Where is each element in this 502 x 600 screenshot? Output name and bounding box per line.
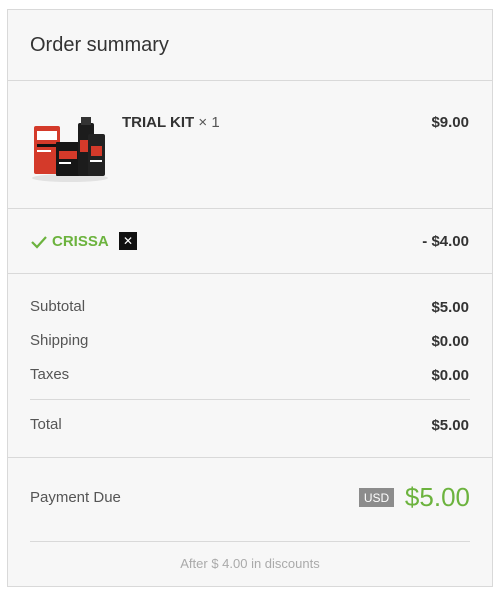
remove-discount-button[interactable]: ✕ [119,232,137,250]
currency-badge: USD [359,488,394,507]
payment-divider [30,541,470,542]
item-name: TRIAL KIT × 1 [122,114,220,131]
product-thumbnail [30,114,110,184]
item-price: $9.00 [431,114,469,131]
item-quantity: × 1 [198,114,220,131]
total-label: Total [30,416,62,433]
taxes-label: Taxes [30,366,70,383]
taxes-value: $0.00 [431,367,469,384]
checkmark-icon [30,234,48,250]
order-summary-card: Order summary TRIAL KIT × 1 $9.00 CRISSA… [7,9,493,587]
discount-code: CRISSA [52,233,109,250]
subtotal-value: $5.00 [431,299,469,316]
payment-due-amount: $5.00 [404,482,470,512]
divider [8,457,492,458]
discount-note: After $ 4.00 in discounts [180,556,320,571]
divider [8,273,492,274]
shipping-value: $0.00 [431,333,469,350]
item-title: TRIAL KIT [122,114,195,131]
divider [8,80,492,81]
payment-due-label: Payment Due [30,489,121,506]
subtotal-label: Subtotal [30,298,86,315]
divider [8,208,492,209]
total-value: $5.00 [431,417,469,434]
discount-amount: - $4.00 [422,233,469,250]
totals-divider [30,399,470,400]
shipping-label: Shipping [30,332,89,349]
order-summary-title: Order summary [30,34,169,56]
